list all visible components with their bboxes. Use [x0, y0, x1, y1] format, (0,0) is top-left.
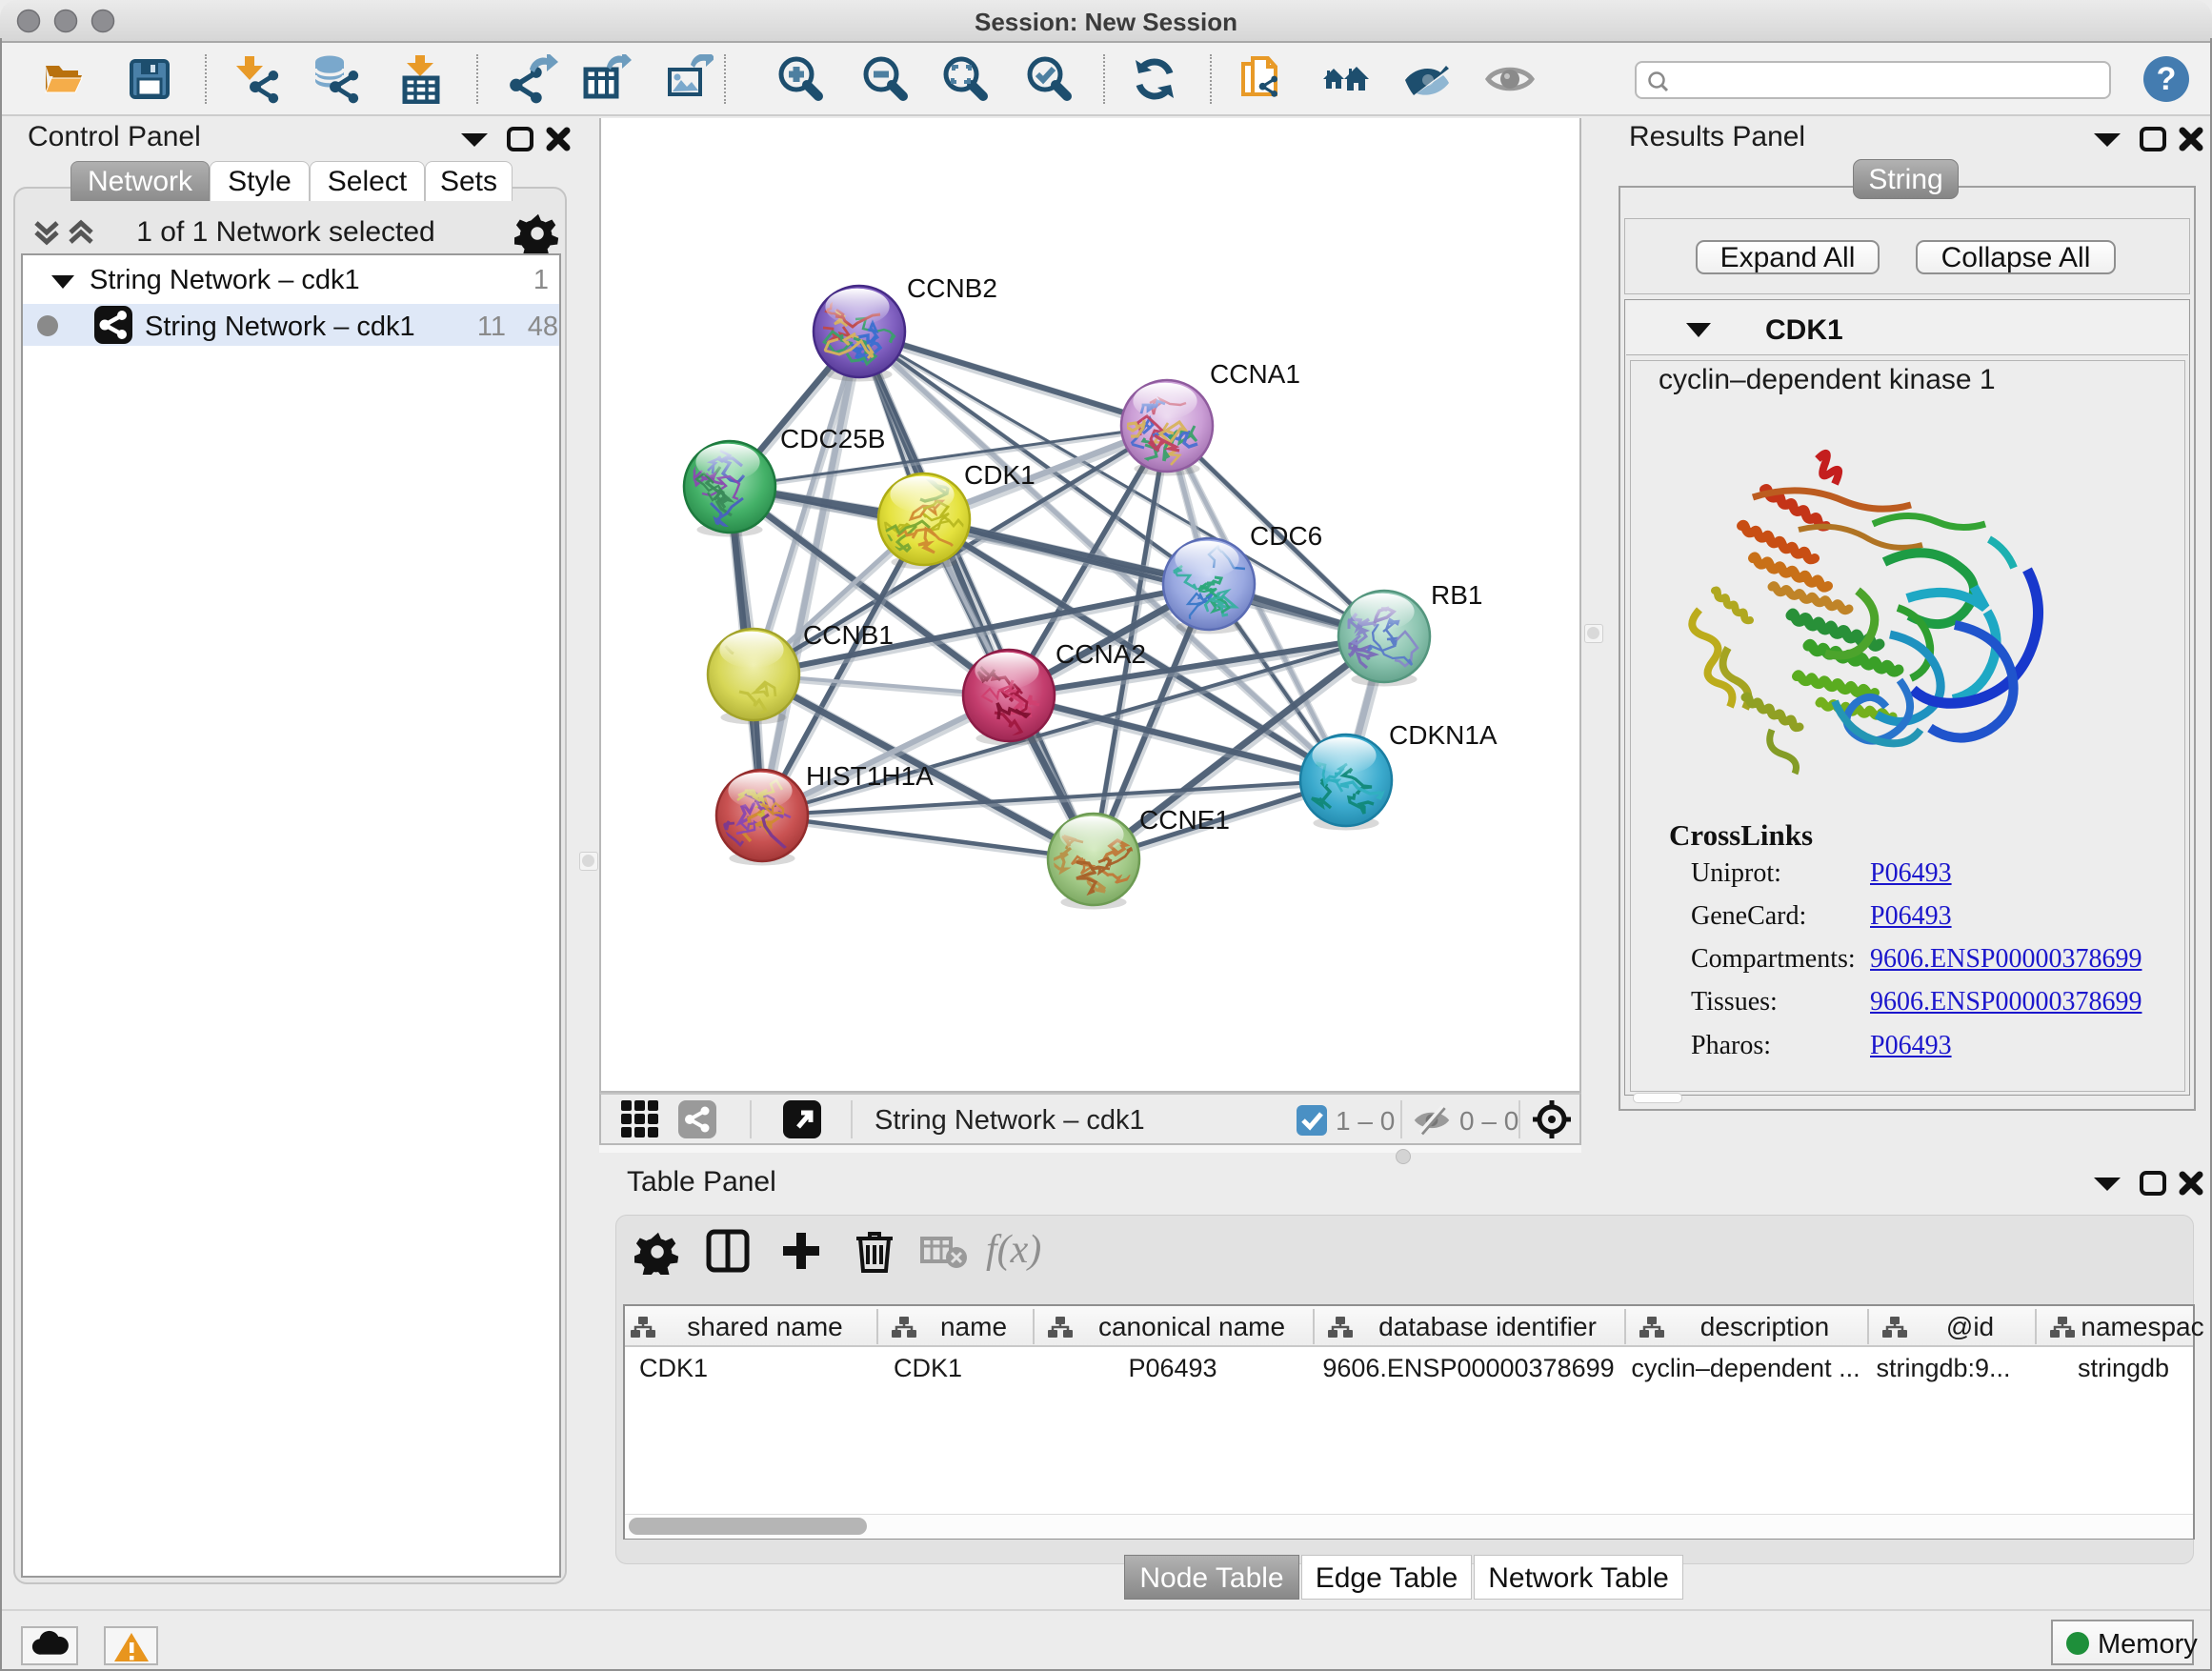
svg-text:CCNA1: CCNA1	[1210, 359, 1300, 389]
svg-text:CCNA2: CCNA2	[1056, 639, 1146, 669]
svg-text:CDC25B: CDC25B	[780, 424, 885, 453]
svg-text:HIST1H1A: HIST1H1A	[806, 761, 934, 791]
svg-text:CCNB1: CCNB1	[803, 620, 894, 650]
svg-text:CDKN1A: CDKN1A	[1389, 720, 1498, 750]
svg-text:CCNB2: CCNB2	[907, 273, 997, 303]
svg-text:?: ?	[2157, 61, 2177, 97]
svg-text:RB1: RB1	[1431, 580, 1482, 610]
svg-text:CCNE1: CCNE1	[1139, 805, 1230, 835]
svg-text:CDC6: CDC6	[1250, 521, 1322, 551]
svg-text:CDK1: CDK1	[964, 460, 1036, 490]
